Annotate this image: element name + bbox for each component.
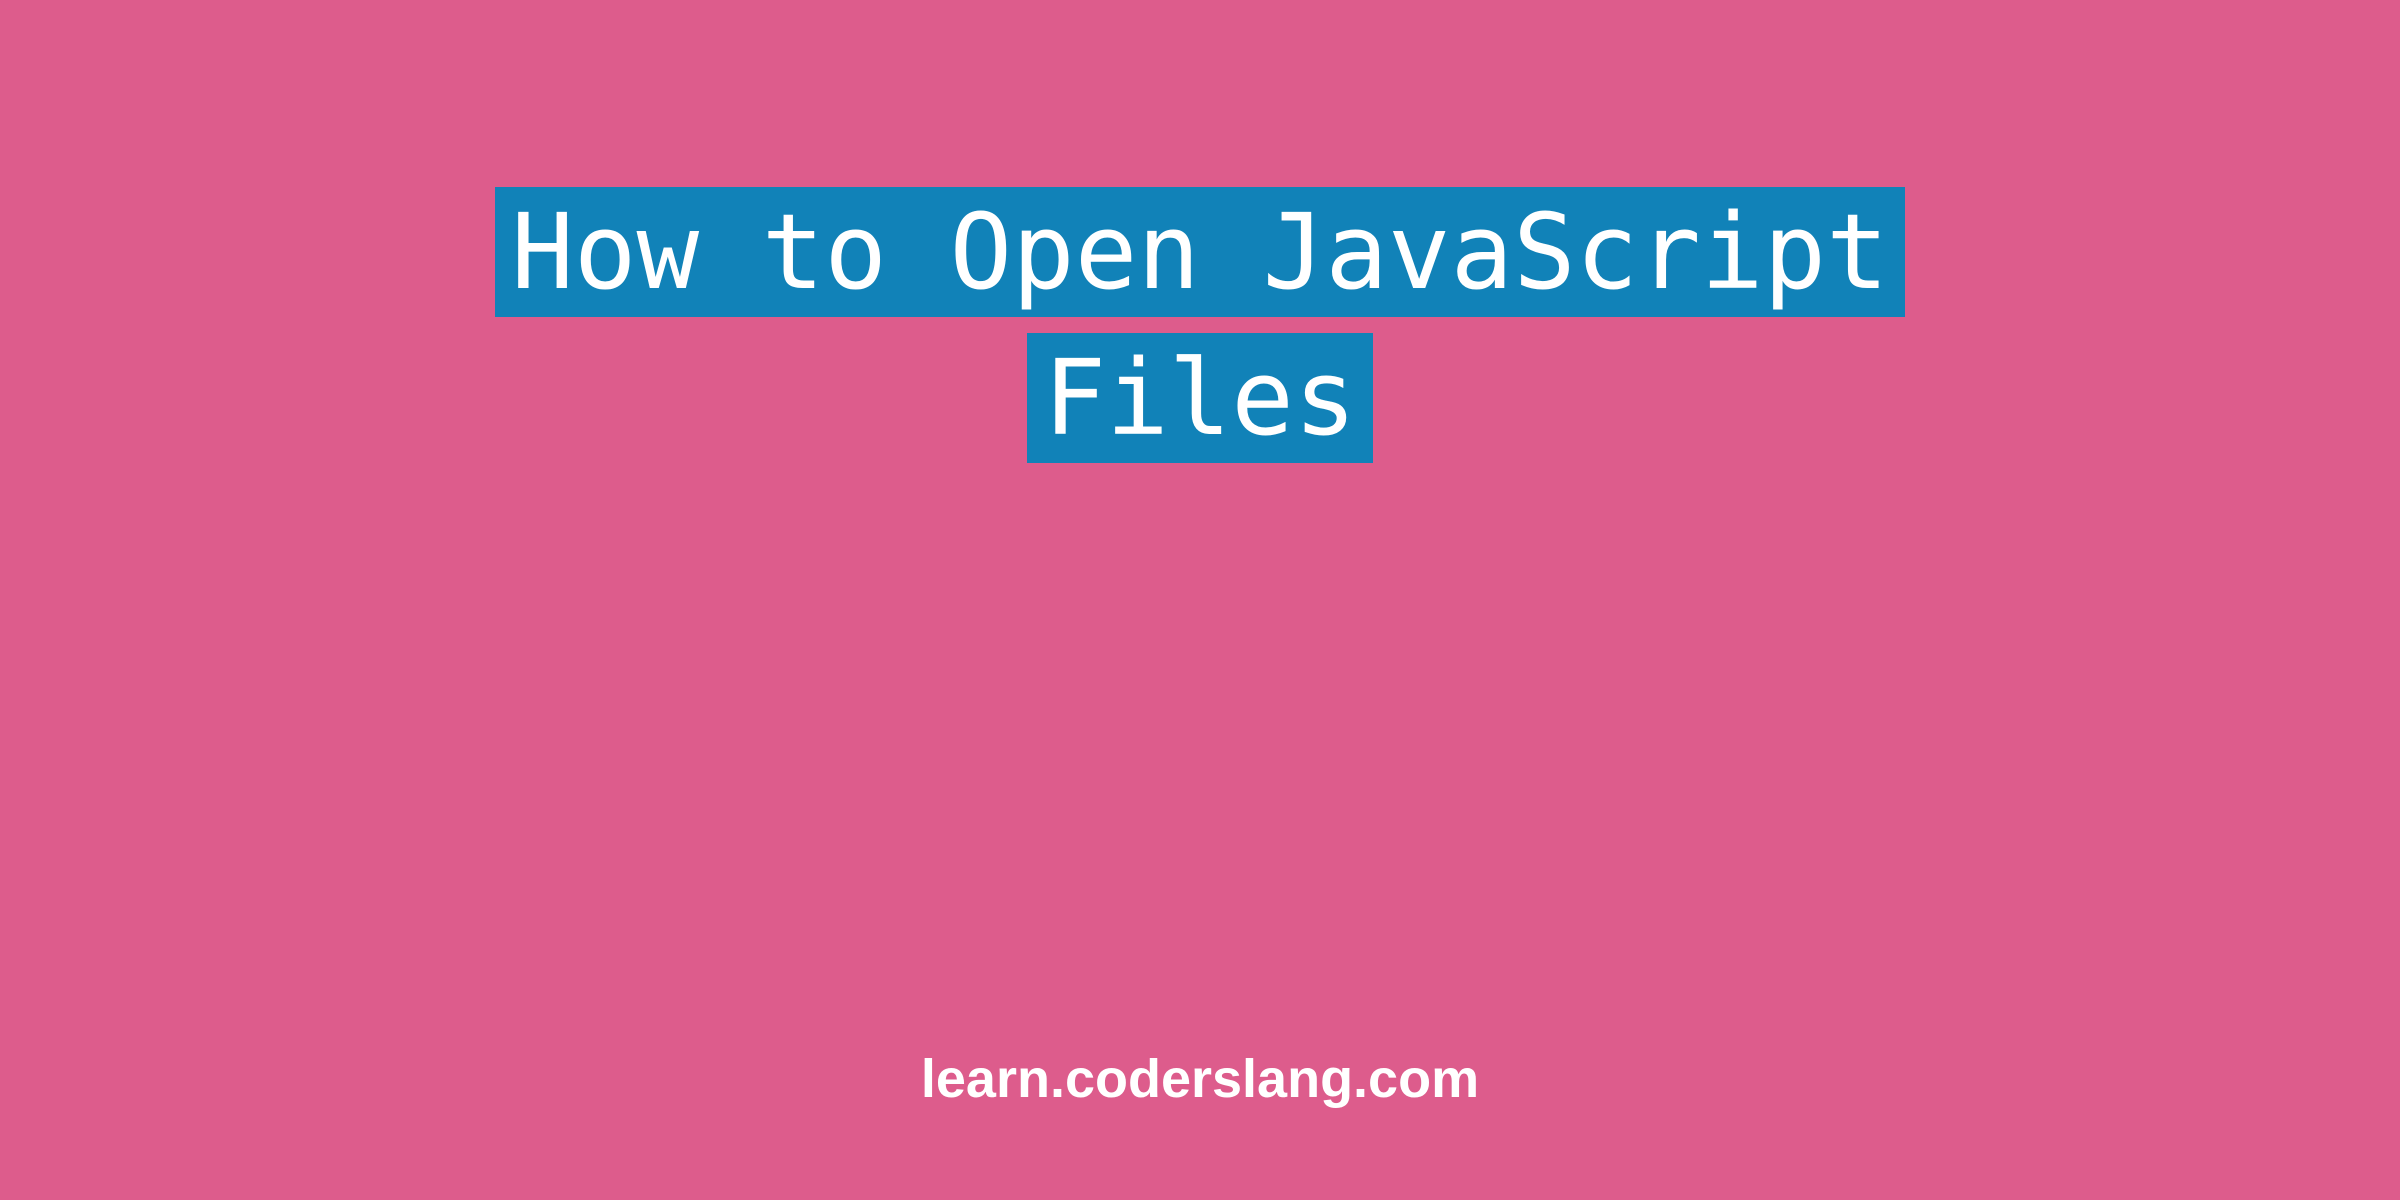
footer-text: learn.coderslang.com [921,1048,1479,1110]
title-line-1: How to Open JavaScript [495,187,1905,317]
page-title: How to Open JavaScript Files [495,180,1905,471]
title-line-2: Files [1027,333,1372,463]
